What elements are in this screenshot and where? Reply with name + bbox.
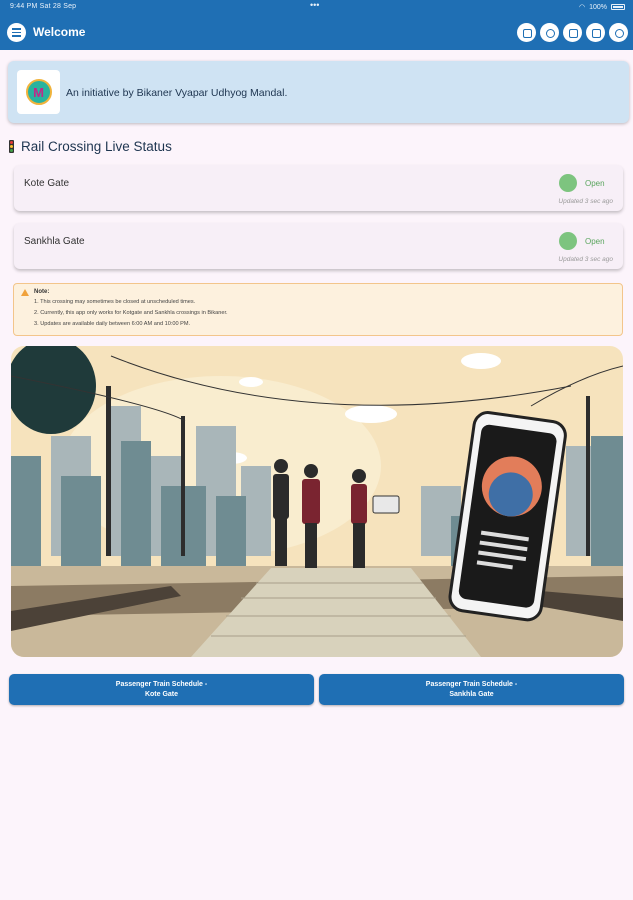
button-label-line1: Passenger Train Schedule - — [425, 680, 518, 688]
instagram-icon[interactable] — [563, 23, 582, 42]
status-right: ◠ 100% — [579, 3, 625, 11]
gate-card-kote[interactable]: Kote Gate Open Updated 3 sec ago — [14, 165, 623, 211]
hero-illustration — [11, 346, 623, 657]
traffic-light-icon — [9, 140, 14, 153]
status-bar: 9:44 PM Sat 28 Sep ••• ◠ 100% — [0, 0, 633, 14]
battery-percent: 100% — [589, 3, 607, 11]
section-title: Rail Crossing Live Status — [21, 139, 172, 154]
gate-card-sankhla[interactable]: Sankhla Gate Open Updated 3 sec ago — [14, 223, 623, 269]
sankhla-gate-schedule-button[interactable]: Passenger Train Schedule - Sankhla Gate — [319, 674, 624, 705]
banner-text: An initiative by Bikaner Vyapar Udhyog M… — [66, 87, 288, 99]
share-icon[interactable] — [517, 23, 536, 42]
note-line: 3. Updates are available daily between 6… — [34, 321, 191, 327]
battery-icon — [611, 4, 625, 10]
logo-mark: M — [25, 79, 52, 105]
gate-status: Open — [585, 237, 605, 246]
button-label-line2: Kote Gate — [144, 690, 179, 698]
section-header: Rail Crossing Live Status — [9, 139, 172, 154]
kote-gate-schedule-button[interactable]: Passenger Train Schedule - Kote Gate — [9, 674, 314, 705]
gate-updated: Updated 3 sec ago — [558, 198, 613, 205]
menu-icon[interactable] — [7, 23, 26, 42]
status-indicator-icon — [559, 174, 577, 192]
note-heading: Note: — [34, 289, 50, 295]
app-bar: Welcome — [0, 14, 633, 50]
note-line: 1. This crossing may sometimes be closed… — [34, 299, 196, 305]
status-time-date: 9:44 PM Sat 28 Sep — [10, 3, 77, 10]
note-line: 2. Currently, this app only works for Ko… — [34, 310, 228, 316]
button-label-line2: Sankhla Gate — [449, 690, 494, 698]
camera-icon[interactable] — [609, 23, 628, 42]
wifi-icon: ◠ — [578, 4, 586, 11]
gate-name: Kote Gate — [24, 178, 70, 189]
gate-status: Open — [585, 179, 605, 188]
note-box: Note: 1. This crossing may sometimes be … — [13, 283, 623, 336]
youtube-icon[interactable] — [586, 23, 605, 42]
status-dots: ••• — [310, 0, 320, 10]
status-indicator-icon — [559, 232, 577, 250]
gate-name: Sankhla Gate — [24, 236, 85, 247]
gate-updated: Updated 3 sec ago — [558, 256, 613, 263]
globe-icon[interactable] — [540, 23, 559, 42]
city-crossing-illustration — [11, 346, 623, 657]
warning-icon — [21, 289, 29, 296]
app-bar-actions — [517, 23, 628, 42]
page-title: Welcome — [33, 25, 86, 39]
initiative-banner: M An initiative by Bikaner Vyapar Udhyog… — [8, 61, 629, 123]
button-label-line1: Passenger Train Schedule - — [115, 680, 208, 688]
mandal-logo: M — [17, 70, 60, 114]
